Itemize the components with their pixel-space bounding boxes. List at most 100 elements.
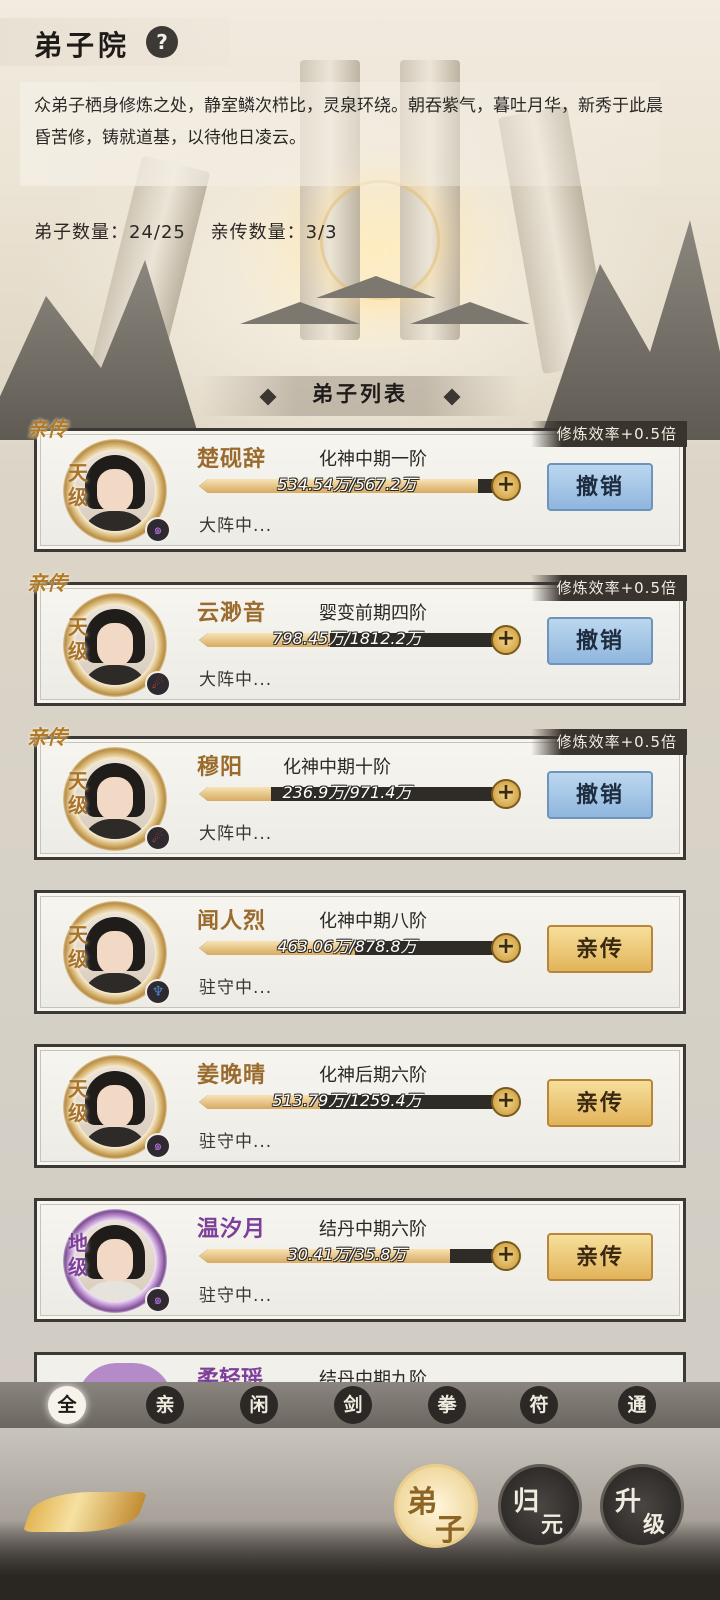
disciple-realm: 婴变前期四阶	[319, 603, 427, 624]
water-icon: ♆	[145, 979, 171, 1005]
nav-upgrade-button[interactable]: 升 级	[600, 1464, 684, 1548]
filter-sword[interactable]: 剑	[334, 1386, 372, 1424]
grade-label: 天级	[68, 615, 88, 663]
add-cultivation-button[interactable]: +	[491, 1241, 521, 1271]
filter-core[interactable]: 亲	[146, 1386, 184, 1424]
disciple-realm: 化神中期十阶	[283, 757, 391, 778]
disciple-task: 大阵中...	[199, 516, 273, 536]
progress-text: 534.54万/567.2万	[277, 475, 417, 494]
add-cultivation-button[interactable]: +	[491, 471, 521, 501]
avatar-face	[97, 623, 133, 667]
progress-text: 30.41万/35.8万	[287, 1245, 407, 1264]
add-cultivation-button[interactable]: +	[491, 779, 521, 809]
revoke-button[interactable]: 撤销	[547, 463, 653, 511]
flame-icon: ☄	[145, 671, 171, 697]
disciple-card[interactable]: 天级 ๑ 姜晚晴 化神后期六阶 513.79万/1259.4万 + 驻守中... 亲传	[34, 1044, 686, 1168]
nav-label-top: 归	[513, 1487, 540, 1517]
filter-talisman[interactable]: 符	[520, 1386, 558, 1424]
disciple-realm: 结丹中期六阶	[319, 1219, 427, 1240]
disciple-task: 驻守中...	[199, 978, 273, 998]
temple-roof-center	[316, 276, 436, 298]
nav-label-bottom: 级	[643, 1513, 666, 1538]
avatar-face	[97, 469, 133, 513]
nav-disciples-button[interactable]: 弟 子	[394, 1464, 478, 1548]
avatar-robe	[81, 1127, 149, 1147]
add-cultivation-button[interactable]: +	[491, 625, 521, 655]
disciple-count: 弟子数量：24/25	[34, 222, 186, 243]
revoke-button[interactable]: 撤销	[547, 771, 653, 819]
temple-roof-right	[410, 302, 530, 324]
disciple-card[interactable]: 亲传 修炼效率+0.5倍天级 ๑ 楚砚辞 化神中期一阶 534.54万/567.2万 + 大阵…	[27, 417, 687, 552]
disciple-realm: 化神中期一阶	[319, 449, 427, 470]
disciple-card[interactable]: 亲传 修炼效率+0.5倍 天级 ☄ 云渺音 婴变前期四阶 798.45万/1812.2万 + 大…	[27, 571, 687, 706]
flame-icon: ☄	[145, 825, 171, 851]
revoke-button[interactable]: 撤销	[547, 617, 653, 665]
efficiency-boost-badge: 修炼效率+0.5倍	[530, 729, 687, 755]
disciple-name: 云渺音	[197, 601, 267, 626]
core-disciple-count: 亲传数量：3/3	[210, 222, 338, 243]
portrait-frame[interactable]: 天级 ๑	[63, 439, 171, 543]
promote-core-button[interactable]: 亲传	[547, 1079, 653, 1127]
nav-return-button[interactable]: 归 元	[498, 1464, 582, 1548]
nav-label-top: 升	[615, 1487, 642, 1517]
wind-icon: ๑	[145, 517, 171, 543]
progress-text: 236.9万/971.4万	[282, 783, 412, 802]
avatar-robe	[81, 511, 149, 531]
core-disciple-tag: 亲传	[27, 725, 67, 749]
grade-label: 地级	[68, 1231, 88, 1279]
disciple-name: 楚砚辞	[197, 447, 267, 472]
portrait-frame[interactable]: 天级 ๑	[63, 1055, 171, 1159]
filter-general[interactable]: 通	[618, 1386, 656, 1424]
disciple-name: 姜晚晴	[197, 1063, 267, 1088]
promote-core-button[interactable]: 亲传	[547, 1233, 653, 1281]
wind-icon: ๑	[145, 1287, 171, 1313]
filter-all[interactable]: 全	[48, 1386, 86, 1424]
disciple-name: 温汐月	[197, 1217, 267, 1242]
promote-core-button[interactable]: 亲传	[547, 925, 653, 973]
core-disciple-tag: 亲传	[27, 417, 67, 441]
disciple-task: 驻守中...	[199, 1286, 273, 1306]
portrait-frame[interactable]: 地级 ๑	[63, 1209, 171, 1313]
core-disciple-tag: 亲传	[27, 571, 67, 595]
avatar-robe	[81, 1281, 149, 1301]
avatar-robe	[81, 665, 149, 685]
add-cultivation-button[interactable]: +	[491, 933, 521, 963]
filter-idle[interactable]: 闲	[240, 1386, 278, 1424]
grade-label: 天级	[68, 923, 88, 971]
grade-label: 天级	[68, 769, 88, 817]
portrait-frame[interactable]: 天级 ☄	[63, 747, 171, 851]
wind-icon: ๑	[145, 1133, 171, 1159]
add-cultivation-button[interactable]: +	[491, 1087, 521, 1117]
avatar-robe	[81, 973, 149, 993]
disciple-name: 穆阳	[197, 755, 244, 780]
progress-text: 513.79万/1259.4万	[272, 1091, 422, 1110]
disciple-task: 大阵中...	[199, 670, 273, 690]
grade-label: 天级	[68, 461, 88, 509]
page-title: 弟子院	[34, 29, 131, 62]
avatar-robe	[81, 819, 149, 839]
nav-label-top: 弟	[407, 1485, 437, 1520]
efficiency-boost-badge: 修炼效率+0.5倍	[530, 421, 687, 447]
temple-roof-left	[240, 302, 360, 324]
nav-label-bottom: 元	[541, 1513, 564, 1538]
filter-fist[interactable]: 拳	[428, 1386, 466, 1424]
counts-row: 弟子数量：24/25 亲传数量：3/3	[34, 218, 356, 244]
disciple-card[interactable]: 亲传 修炼效率+0.5倍 天级 ☄ 穆阳 化神中期十阶 236.9万/971.4万 + 大阵中.…	[27, 725, 687, 860]
intro-text: 众弟子栖身修炼之处，静室鳞次栉比，灵泉环绕。朝吞紫气，暮吐月华，新秀于此晨昏苦修…	[34, 96, 663, 148]
avatar-face	[97, 1085, 133, 1129]
disciple-card[interactable]: 地级 ๑ 温汐月 结丹中期六阶 30.41万/35.8万 + 驻守中... 亲传	[34, 1198, 686, 1322]
portrait-frame[interactable]: 天级 ☄	[63, 593, 171, 697]
help-icon[interactable]: ?	[146, 26, 178, 58]
disciple-task: 驻守中...	[199, 1132, 273, 1152]
avatar-face	[97, 931, 133, 975]
disciple-card[interactable]: 天级 ♆ 闻人烈 化神中期八阶 463.06万/878.8万 + 驻守中... 亲传	[34, 890, 686, 1014]
avatar-face	[97, 1239, 133, 1283]
disciple-realm: 化神中期八阶	[319, 911, 427, 932]
grade-label: 天级	[68, 1077, 88, 1125]
list-title: 弟子列表	[312, 382, 408, 406]
progress-text: 798.45万/1812.2万	[272, 629, 422, 648]
nav-label-bottom: 子	[435, 1513, 465, 1548]
avatar-face	[97, 777, 133, 821]
disciple-name: 闻人烈	[197, 909, 267, 934]
portrait-frame[interactable]: 天级 ♆	[63, 901, 171, 1005]
